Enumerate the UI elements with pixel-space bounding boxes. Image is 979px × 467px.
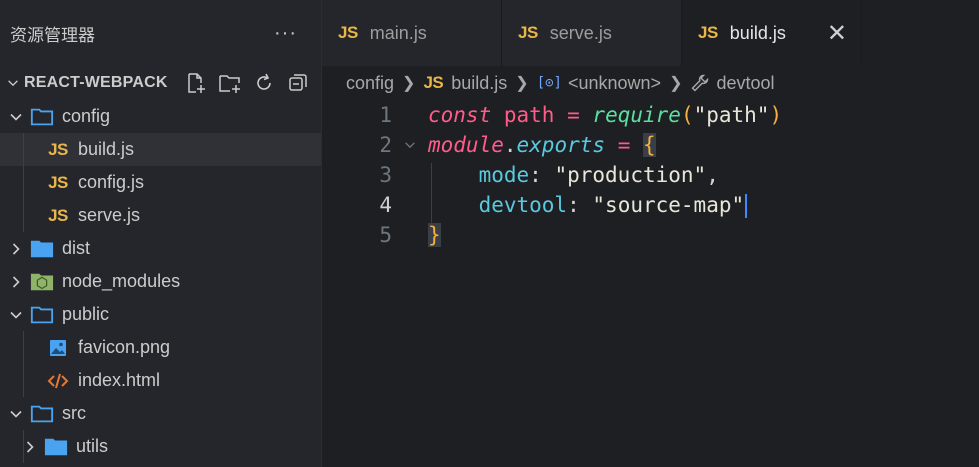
refresh-icon[interactable]	[251, 70, 277, 96]
js-file-icon: JS	[48, 172, 68, 192]
js-file-icon: JS	[48, 139, 68, 159]
tab-serve-js[interactable]: JS serve.js	[502, 0, 682, 66]
breadcrumb-folder[interactable]: config	[346, 73, 394, 94]
editor-tabs: JS main.js JS serve.js JS build.js ✕	[322, 0, 979, 66]
image-file-icon	[46, 337, 70, 359]
tree-folder-node-modules[interactable]: node_modules	[0, 265, 321, 298]
js-file-icon: JS	[338, 23, 358, 42]
indent-guide	[23, 430, 24, 463]
chevron-right-icon: ❯	[515, 75, 529, 92]
tree-folder-dist[interactable]: dist	[0, 232, 321, 265]
chevron-down-icon	[10, 113, 22, 121]
new-file-icon[interactable]	[183, 70, 209, 96]
tab-label: build.js	[729, 22, 786, 43]
breadcrumb: config ❯ JS build.js ❯ [⊙] <unknown> ❯ d…	[322, 66, 979, 100]
tab-label: main.js	[369, 22, 427, 43]
code-line[interactable]: 3 mode: "production",	[322, 160, 979, 190]
tree-item-label: utils	[76, 436, 109, 456]
tree-item-label: config	[62, 106, 111, 126]
code-content: const path = require("path")	[428, 103, 783, 127]
more-actions-icon[interactable]: ···	[274, 22, 297, 45]
chevron-right-icon: ❯	[402, 75, 416, 92]
code-line[interactable]: 2 module.exports = {	[322, 130, 979, 160]
tree-item-label: public	[62, 304, 110, 324]
line-number: 3	[379, 163, 392, 187]
indent-guide	[23, 331, 24, 364]
new-folder-icon[interactable]	[217, 70, 243, 96]
chevron-right-icon: ❯	[669, 75, 683, 92]
breadcrumb-property[interactable]: devtool	[716, 73, 774, 94]
nodejs-folder-icon	[30, 271, 54, 293]
js-file-icon: JS	[48, 205, 68, 225]
folder-open-icon	[30, 304, 54, 326]
line-number: 5	[379, 223, 392, 247]
folder-icon	[30, 238, 54, 260]
project-actions	[183, 70, 311, 96]
indent-guide	[23, 133, 24, 166]
code-line-active[interactable]: 4 devtool: "source-map"	[322, 190, 979, 220]
chevron-right-icon	[12, 242, 20, 255]
code-content: mode: "production",	[478, 163, 719, 187]
chevron-down-icon	[8, 80, 18, 87]
html-file-icon	[46, 370, 70, 392]
project-section-header[interactable]: REACT-WEBPACK	[0, 66, 321, 100]
js-file-icon: JS	[423, 73, 444, 92]
chevron-right-icon	[26, 440, 34, 453]
text-cursor	[745, 193, 748, 218]
tree-item-label: dist	[62, 238, 91, 258]
wrench-icon	[690, 73, 710, 93]
indent-guide	[23, 364, 24, 397]
tree-item-label: node_modules	[62, 271, 181, 291]
code-editor[interactable]: 1 const path = require("path") 2 module.…	[322, 100, 979, 467]
chevron-down-icon	[10, 410, 22, 418]
breadcrumb-symbol[interactable]: <unknown>	[568, 73, 661, 94]
code-content: module.exports = {	[428, 133, 656, 157]
folder-open-icon	[30, 106, 54, 128]
explorer-title: 资源管理器	[10, 25, 95, 45]
tree-file-config-js[interactable]: JS config.js	[0, 166, 321, 199]
js-file-icon: JS	[518, 23, 538, 42]
line-number: 4	[379, 193, 392, 217]
tab-build-js[interactable]: JS build.js ✕	[682, 0, 862, 66]
code-content: }	[428, 223, 441, 247]
code-line[interactable]: 5 }	[322, 220, 979, 250]
tree-item-label: src	[62, 403, 86, 423]
code-line[interactable]: 1 const path = require("path")	[322, 100, 979, 130]
tree-folder-src[interactable]: src	[0, 397, 321, 430]
tree-item-label: serve.js	[78, 205, 141, 225]
tree-item-label: config.js	[78, 172, 145, 192]
tree-file-build-js[interactable]: JS build.js	[0, 133, 321, 166]
folder-icon	[44, 436, 68, 458]
collapse-all-icon[interactable]	[285, 70, 311, 96]
tree-item-label: favicon.png	[78, 337, 171, 357]
tree-item-label: build.js	[78, 139, 135, 159]
chevron-down-icon	[10, 311, 22, 319]
indent-guide	[23, 166, 24, 199]
breadcrumb-file[interactable]: build.js	[451, 73, 507, 94]
fold-chevron-icon[interactable]	[392, 138, 428, 152]
symbol-variable-icon: [⊙]	[536, 75, 562, 91]
indent-guide	[23, 199, 24, 232]
tree-file-favicon[interactable]: favicon.png	[0, 331, 321, 364]
tree-folder-public[interactable]: public	[0, 298, 321, 331]
tree-file-index-html[interactable]: index.html	[0, 364, 321, 397]
tab-main-js[interactable]: JS main.js	[322, 0, 502, 66]
js-file-icon: JS	[698, 23, 718, 42]
tab-label: serve.js	[549, 22, 612, 43]
code-content: devtool: "source-map"	[428, 193, 748, 218]
close-icon[interactable]: ✕	[827, 19, 847, 48]
tree-item-label: index.html	[78, 370, 161, 390]
explorer-sidebar: 资源管理器 ··· REACT-WEBPACK config JS build.…	[0, 0, 322, 467]
tree-folder-utils[interactable]: utils	[0, 430, 321, 463]
folder-open-icon	[30, 403, 54, 425]
chevron-right-icon	[12, 275, 20, 288]
line-number: 2	[379, 133, 392, 157]
explorer-header: 资源管理器 ···	[0, 0, 321, 66]
line-number: 1	[379, 103, 392, 127]
tree-file-serve-js[interactable]: JS serve.js	[0, 199, 321, 232]
project-title: REACT-WEBPACK	[24, 74, 168, 91]
indent-guide	[431, 163, 432, 223]
tree-folder-config[interactable]: config	[0, 100, 321, 133]
